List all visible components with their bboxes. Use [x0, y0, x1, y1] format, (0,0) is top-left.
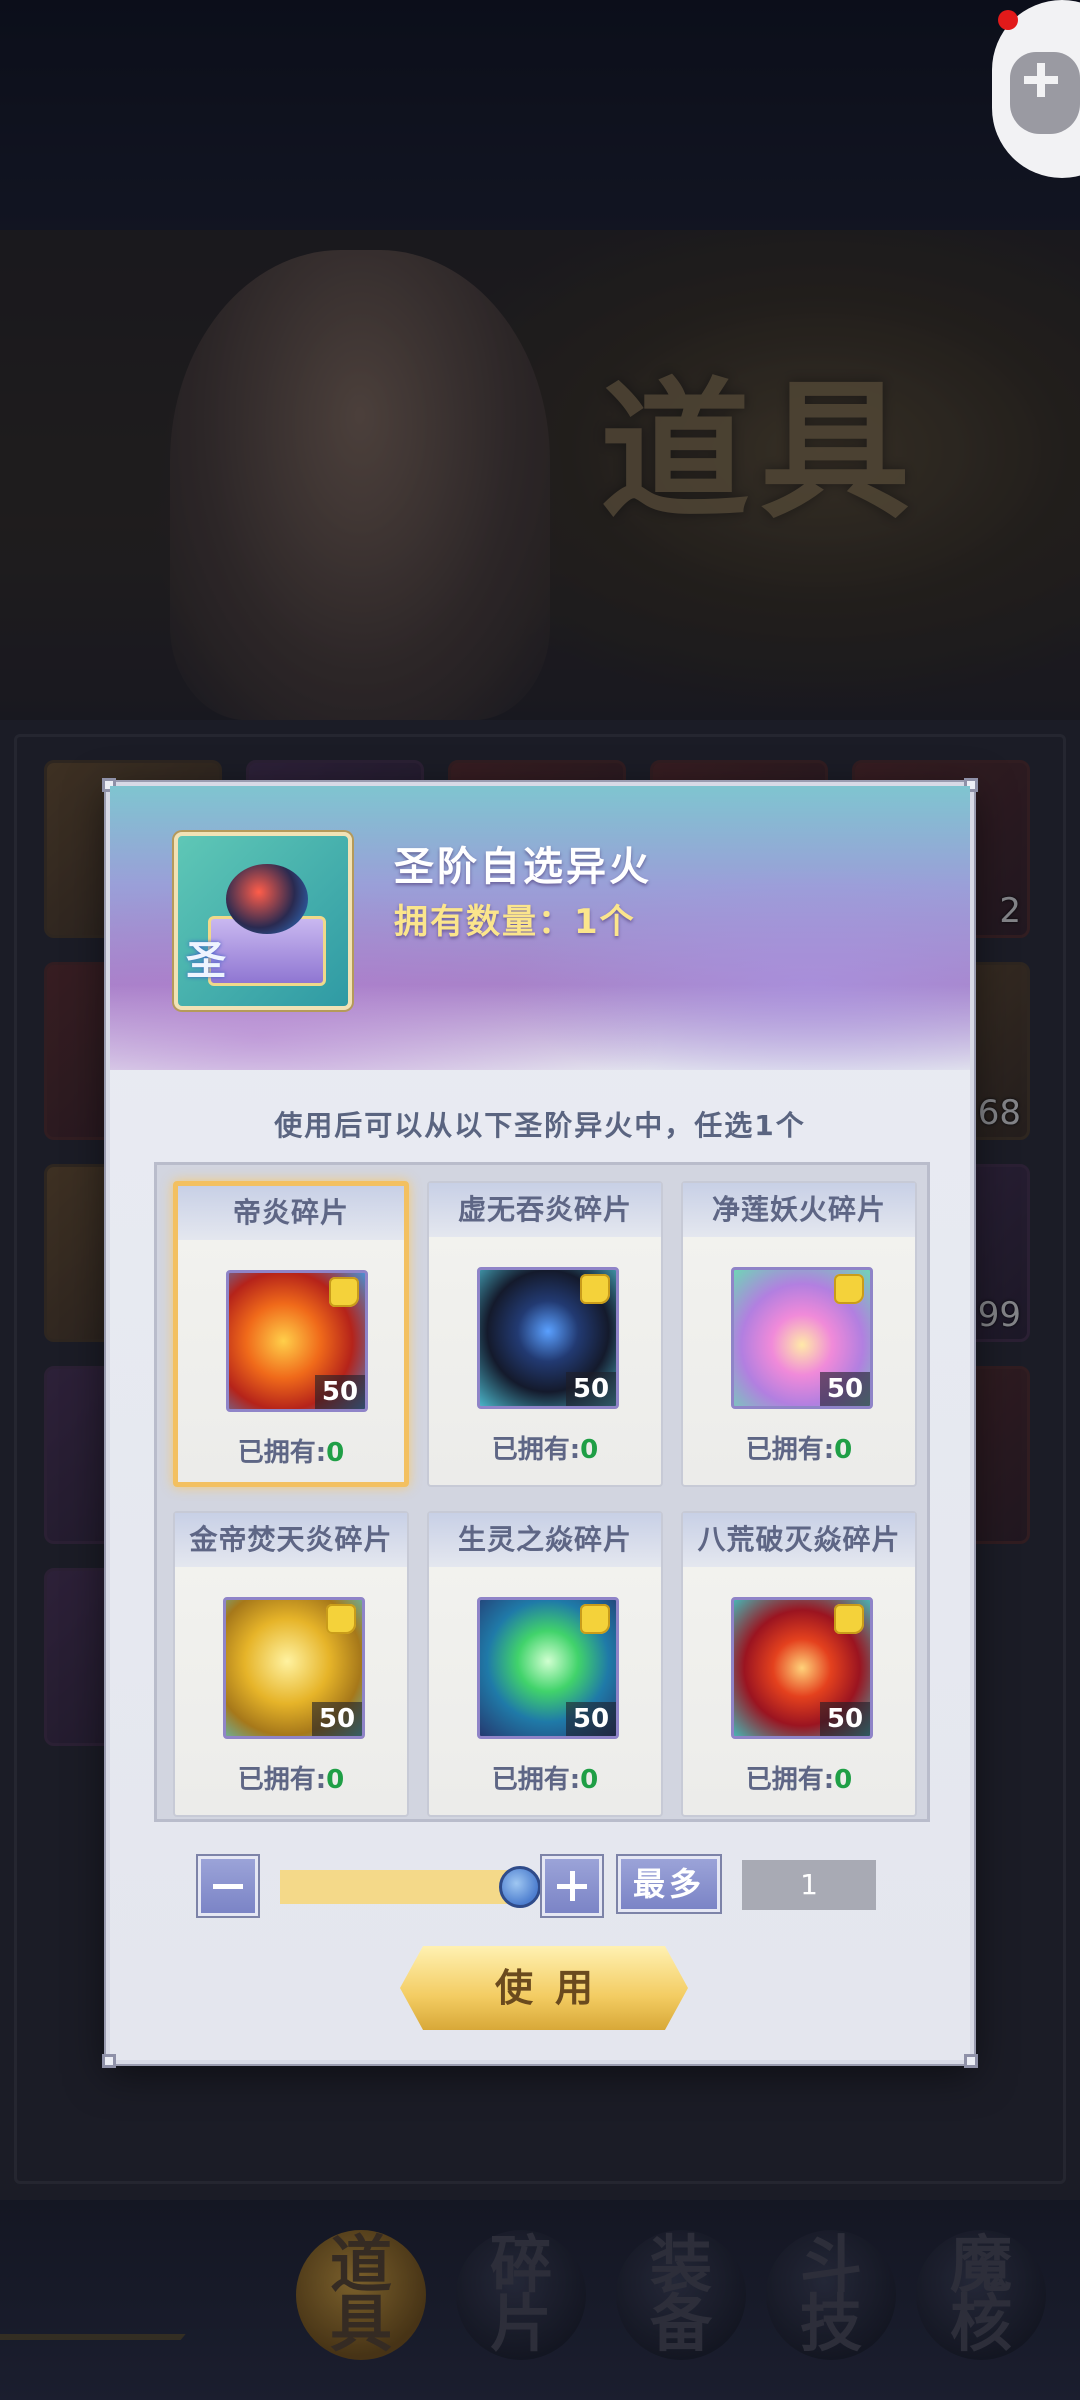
decrease-button[interactable]: [198, 1856, 258, 1916]
owned-label: 已拥有:: [745, 1765, 835, 1795]
owned-value: 0: [834, 1765, 853, 1795]
fragment-qty: 50: [315, 1375, 365, 1409]
choice-owned: 已拥有:0: [175, 1759, 407, 1796]
choice-owned: 已拥有:0: [429, 1429, 661, 1466]
choice-card[interactable]: 虚无吞炎碎片 50 已拥有:0: [427, 1181, 663, 1487]
choice-title: 虚无吞炎碎片: [429, 1183, 661, 1237]
notification-dot: [998, 10, 1018, 30]
owned-label: 已拥有:: [237, 1438, 327, 1468]
hooded-figure-icon: 50: [477, 1267, 619, 1409]
corner-ornament: [102, 2054, 116, 2068]
owned-value: 0: [326, 1438, 345, 1468]
owned-value: 0: [580, 1435, 599, 1465]
puzzle-piece-icon: [834, 1604, 864, 1634]
owned-label: 已拥有:: [491, 1765, 581, 1795]
choice-card[interactable]: 帝炎碎片 50 已拥有:0: [173, 1181, 409, 1487]
use-button[interactable]: 使用: [400, 1946, 688, 2030]
choice-owned: 已拥有:0: [178, 1432, 404, 1469]
choice-card[interactable]: 金帝焚天炎碎片 50 已拥有:0: [173, 1511, 409, 1817]
owned-value: 0: [326, 1765, 345, 1795]
fragment-qty: 50: [820, 1702, 870, 1736]
puzzle-piece-icon: [329, 1277, 359, 1307]
quantity-field[interactable]: 1: [742, 1860, 876, 1910]
choices-panel: 帝炎碎片 50 已拥有:0 虚无吞炎碎片 50 已拥有:0 净莲妖火碎片 50 …: [154, 1162, 930, 1822]
choice-owned: 已拥有:0: [683, 1429, 915, 1466]
golden-dragon-icon: 50: [223, 1597, 365, 1739]
choice-owned: 已拥有:0: [429, 1759, 661, 1796]
owned-value: 0: [834, 1435, 853, 1465]
fragment-qty: 50: [566, 1702, 616, 1736]
choice-title: 生灵之焱碎片: [429, 1513, 661, 1567]
puzzle-piece-icon: [834, 1274, 864, 1304]
fragment-qty: 50: [312, 1702, 362, 1736]
owned-value: 0: [580, 1765, 599, 1795]
dialog-header: 圣 圣阶自选异火 拥有数量：1个: [110, 786, 970, 1070]
fragment-qty: 50: [820, 1372, 870, 1406]
saint-glyph-icon: 圣: [186, 937, 226, 984]
item-name: 圣阶自选异火: [394, 844, 652, 890]
instruction-text: 使用后可以从以下圣阶异火中，任选1个: [274, 1109, 806, 1142]
select-fire-dialog: 圣 圣阶自选异火 拥有数量：1个 使用后可以从以下圣阶异火中，任选1个 帝炎碎片…: [102, 778, 978, 2068]
choice-card[interactable]: 生灵之焱碎片 50 已拥有:0: [427, 1511, 663, 1817]
choice-owned: 已拥有:0: [683, 1759, 915, 1796]
owned-count: 拥有数量：1个: [394, 902, 636, 942]
max-button[interactable]: 最多: [618, 1856, 720, 1912]
choice-card[interactable]: 八荒破灭焱碎片 50 已拥有:0: [681, 1511, 917, 1817]
fragment-qty: 50: [566, 1372, 616, 1406]
slider-handle[interactable]: [499, 1866, 541, 1908]
choice-title: 金帝焚天炎碎片: [175, 1513, 407, 1567]
choice-card[interactable]: 净莲妖火碎片 50 已拥有:0: [681, 1181, 917, 1487]
choice-title: 八荒破灭焱碎片: [683, 1513, 915, 1567]
flame-dragon-icon: 50: [226, 1270, 368, 1412]
corner-ornament: [964, 2054, 978, 2068]
increase-button[interactable]: [542, 1856, 602, 1916]
item-icon-frame: 圣: [174, 832, 352, 1010]
choice-title: 帝炎碎片: [178, 1186, 404, 1240]
green-flame-icon: 50: [477, 1597, 619, 1739]
owned-label: 已拥有:: [237, 1765, 327, 1795]
choice-title: 净莲妖火碎片: [683, 1183, 915, 1237]
gamepad-icon: [1010, 52, 1080, 134]
quantity-slider[interactable]: [280, 1870, 520, 1904]
puzzle-piece-icon: [326, 1604, 356, 1634]
crimson-flame-icon: 50: [731, 1597, 873, 1739]
fire-orb-icon: [226, 864, 308, 934]
lotus-flame-icon: 50: [731, 1267, 873, 1409]
owned-label: 已拥有:: [491, 1435, 581, 1465]
slider-fill: [280, 1870, 520, 1904]
puzzle-piece-icon: [580, 1604, 610, 1634]
puzzle-piece-icon: [580, 1274, 610, 1304]
owned-label: 已拥有:: [745, 1435, 835, 1465]
